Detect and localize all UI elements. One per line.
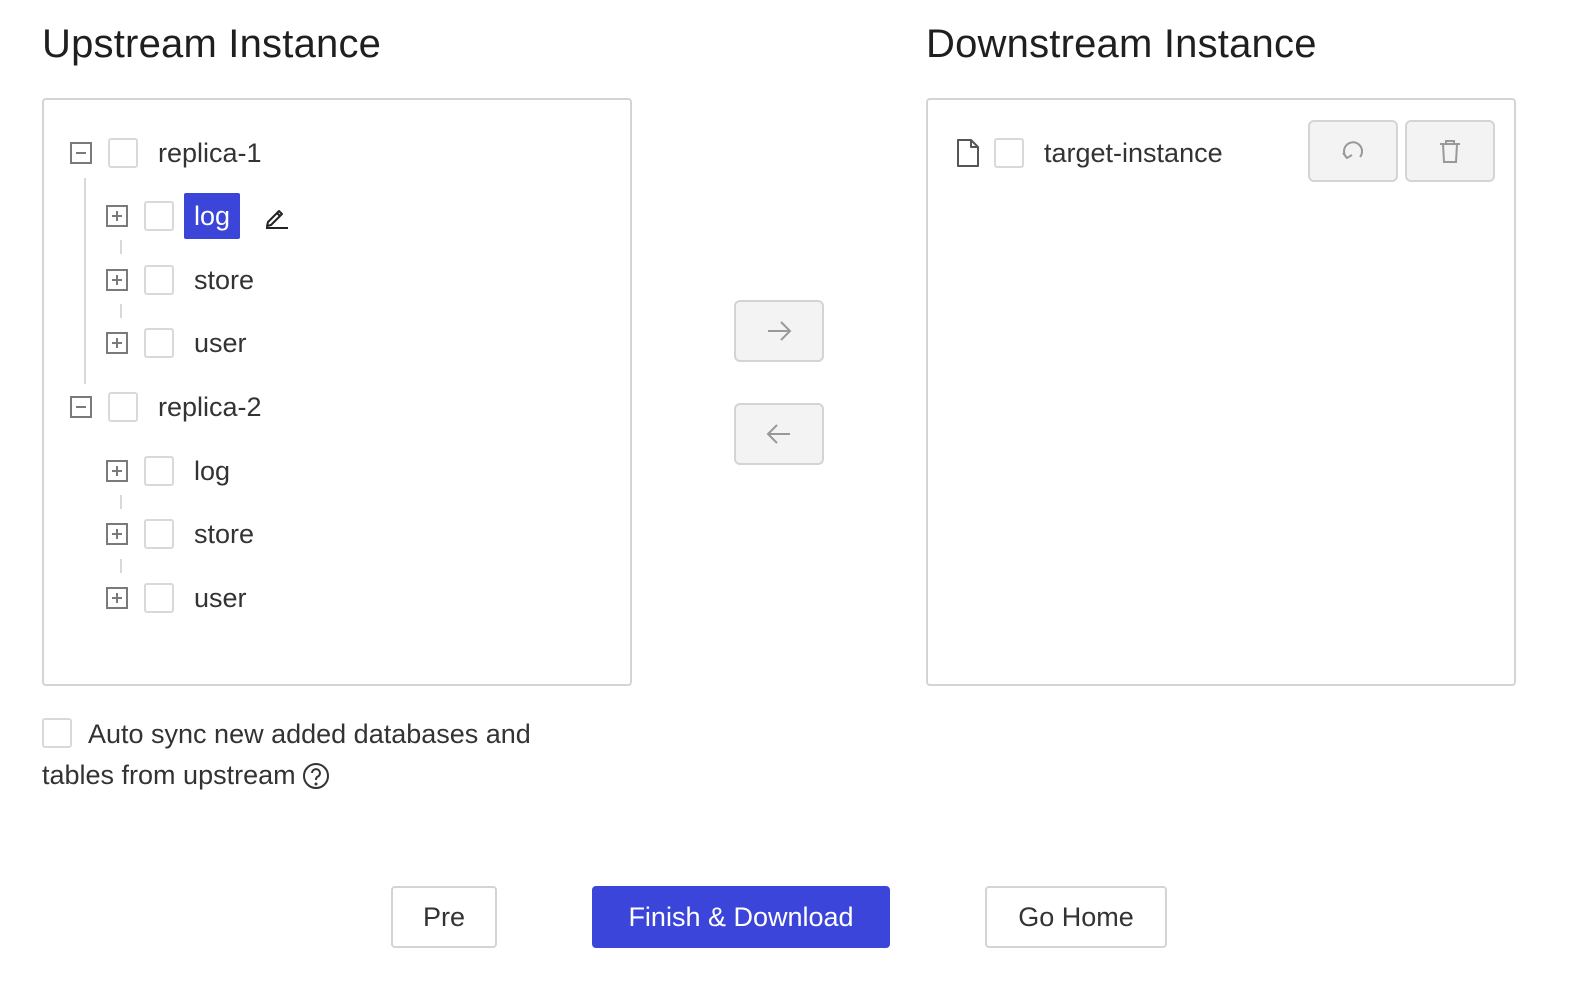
upstream-title: Upstream Instance <box>42 22 382 66</box>
tree-guide-line <box>120 495 122 509</box>
tree-node-label: user <box>194 583 247 613</box>
move-right-button[interactable] <box>734 300 824 362</box>
finish-download-button[interactable]: Finish & Download <box>592 886 890 948</box>
go-home-button[interactable]: Go Home <box>985 886 1167 948</box>
plus-square-icon[interactable] <box>106 205 128 227</box>
target-instance-label: target-instance <box>1044 137 1223 168</box>
tree-node-replica-2-log[interactable]: log <box>106 446 240 496</box>
move-left-button[interactable] <box>734 403 824 465</box>
downstream-target-row[interactable]: target-instance <box>956 128 1223 178</box>
tree-node-label: replica-1 <box>158 138 262 168</box>
plus-square-icon[interactable] <box>106 523 128 545</box>
minus-square-icon[interactable] <box>70 142 92 164</box>
pre-button[interactable]: Pre <box>391 886 497 948</box>
tree-node-label: log <box>194 456 231 486</box>
plus-square-icon[interactable] <box>106 332 128 354</box>
tree-node-replica-1[interactable]: replica-1 <box>70 128 272 178</box>
downstream-panel: target-instance <box>926 98 1516 686</box>
tree-checkbox[interactable] <box>144 519 174 549</box>
tree-node-label: store <box>194 265 255 295</box>
tree-node-replica-1-log[interactable]: log <box>106 191 290 241</box>
tree-checkbox[interactable] <box>144 328 174 358</box>
arrow-right-icon <box>768 321 792 341</box>
tree-checkbox[interactable] <box>144 583 174 613</box>
tree-node-label: user <box>194 328 247 358</box>
arrow-left-icon <box>766 424 790 444</box>
pencil-icon[interactable] <box>262 202 290 230</box>
plus-square-icon[interactable] <box>106 587 128 609</box>
tree-checkbox[interactable] <box>144 201 174 231</box>
auto-sync-checkbox[interactable] <box>42 718 72 748</box>
tree-guide-line <box>120 304 122 318</box>
file-icon <box>957 139 979 167</box>
trash-icon <box>1440 140 1460 163</box>
tree-node-replica-2-user[interactable]: user <box>106 573 257 623</box>
tree-guide-line <box>120 240 122 254</box>
question-circle-icon[interactable] <box>302 761 330 802</box>
auto-sync-option[interactable]: Auto sync new added databases and tables… <box>42 714 602 802</box>
downstream-title: Downstream Instance <box>926 22 1317 66</box>
upstream-tree-panel: replica-1 log store user replica-2 log s… <box>42 98 632 686</box>
tree-guide-line <box>84 178 86 384</box>
plus-square-icon[interactable] <box>106 269 128 291</box>
tree-node-replica-1-user[interactable]: user <box>106 318 257 368</box>
tree-checkbox[interactable] <box>108 392 138 422</box>
tree-checkbox[interactable] <box>144 456 174 486</box>
tree-checkbox[interactable] <box>144 265 174 295</box>
tree-node-replica-2[interactable]: replica-2 <box>70 382 272 432</box>
refresh-icon <box>1342 141 1363 160</box>
tree-checkbox[interactable] <box>108 138 138 168</box>
tree-node-label: store <box>194 519 255 549</box>
tree-node-label: replica-2 <box>158 392 262 422</box>
tree-node-replica-2-store[interactable]: store <box>106 509 264 559</box>
minus-square-icon[interactable] <box>70 396 92 418</box>
tree-node-replica-1-store[interactable]: store <box>106 255 264 305</box>
tree-node-label[interactable]: log <box>184 193 241 239</box>
target-checkbox[interactable] <box>994 138 1024 168</box>
refresh-button[interactable] <box>1308 120 1398 182</box>
delete-button[interactable] <box>1405 120 1495 182</box>
tree-guide-line <box>120 559 122 573</box>
plus-square-icon[interactable] <box>106 460 128 482</box>
auto-sync-label: Auto sync new added databases and tables… <box>42 719 531 790</box>
